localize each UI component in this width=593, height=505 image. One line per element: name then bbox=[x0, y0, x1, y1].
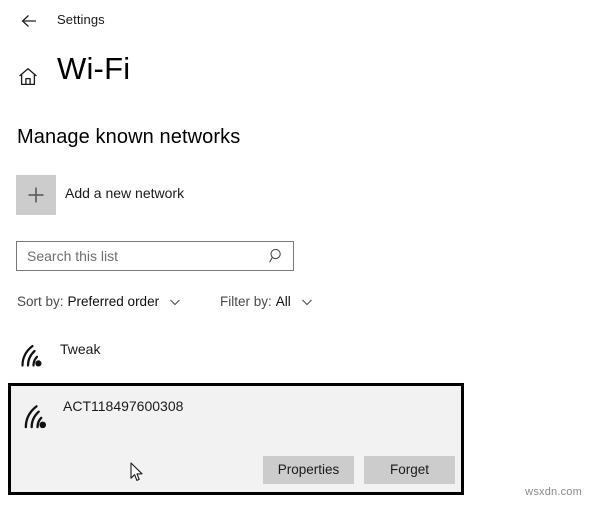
page-title: Wi-Fi bbox=[57, 51, 131, 86]
properties-button[interactable]: Properties bbox=[263, 456, 354, 484]
network-name: Tweak bbox=[60, 341, 101, 357]
app-title: Settings bbox=[57, 12, 105, 27]
known-networks-list: Tweak bbox=[0, 333, 593, 381]
chevron-down-icon bbox=[168, 295, 182, 309]
section-heading: Manage known networks bbox=[17, 126, 241, 148]
filter-by-dropdown[interactable]: Filter by: All bbox=[220, 294, 314, 309]
watermark: wsxdn.com bbox=[525, 486, 582, 498]
sort-by-value: Preferred order bbox=[67, 294, 160, 309]
back-button[interactable] bbox=[18, 10, 40, 32]
chevron-down-icon bbox=[300, 295, 314, 309]
title-bar: Settings bbox=[0, 0, 593, 40]
sort-by-label: Sort by: bbox=[17, 294, 64, 309]
wifi-signal-icon bbox=[20, 400, 54, 434]
back-arrow-icon bbox=[19, 11, 39, 31]
network-actions: Properties Forget bbox=[263, 456, 455, 484]
sort-by-dropdown[interactable]: Sort by: Preferred order bbox=[17, 294, 182, 309]
search-icon[interactable] bbox=[268, 247, 286, 265]
add-new-network-label: Add a new network bbox=[65, 185, 185, 201]
forget-button[interactable]: Forget bbox=[364, 456, 455, 484]
network-name: ACT118497600308 bbox=[63, 398, 184, 414]
list-item[interactable]: Tweak bbox=[0, 333, 593, 381]
home-icon[interactable] bbox=[14, 63, 42, 91]
wifi-signal-icon bbox=[17, 340, 49, 372]
search-input[interactable] bbox=[17, 242, 265, 270]
search-box[interactable] bbox=[16, 241, 294, 271]
plus-icon bbox=[16, 175, 56, 215]
page-header: Wi-Fi bbox=[0, 51, 593, 103]
list-item-selected[interactable]: ACT118497600308 Properties Forget bbox=[8, 383, 464, 495]
filter-by-label: Filter by: bbox=[220, 294, 272, 309]
add-new-network-button[interactable]: Add a new network bbox=[16, 175, 276, 216]
filter-by-value: All bbox=[275, 294, 291, 309]
